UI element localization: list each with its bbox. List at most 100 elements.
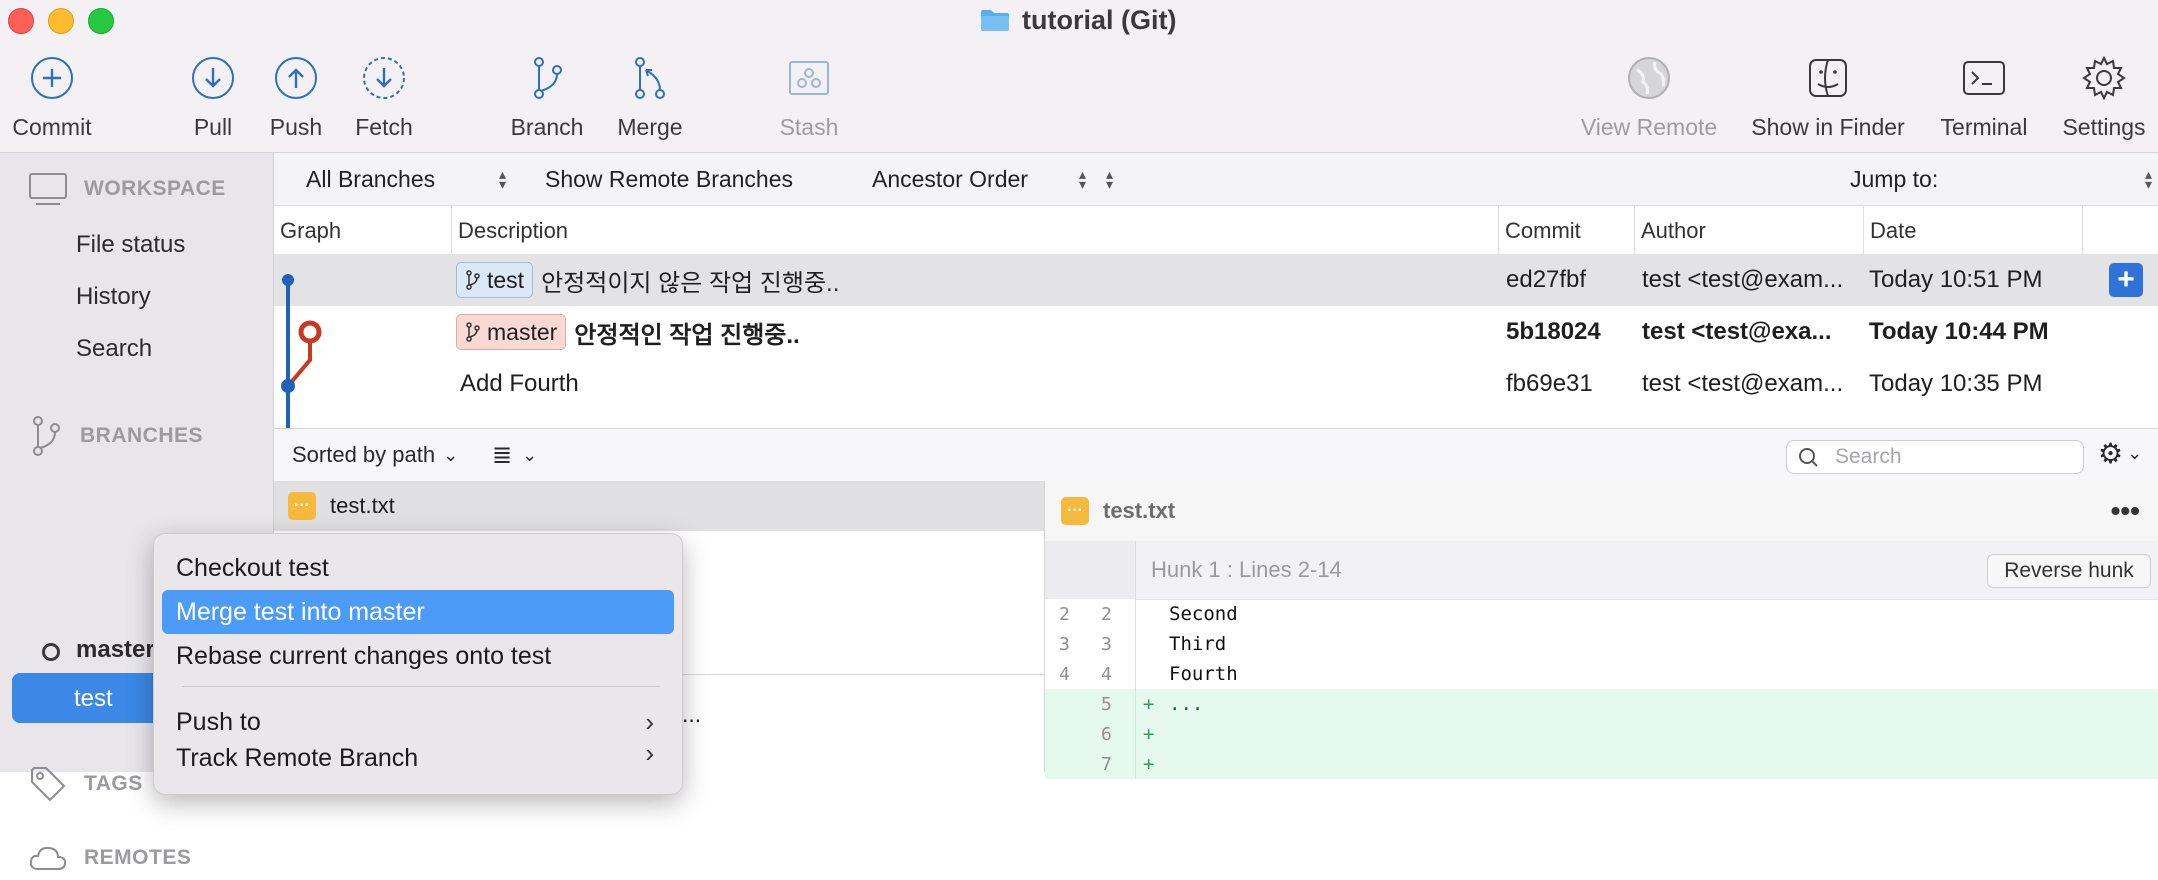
menu-item-merge[interactable]: Merge test into master — [162, 590, 674, 634]
file-row[interactable]: ··· test.txt — [274, 481, 1044, 531]
gutter-divider — [1135, 629, 1136, 659]
add-icon[interactable]: + — [2109, 263, 2143, 297]
more-options-icon[interactable]: ••• — [2111, 495, 2140, 527]
filter-bar: All Branches ▴ ▾ Show Remote Branches ▴ ▾ … — [274, 153, 2158, 206]
order-label: Ancestor Order — [872, 165, 1028, 192]
commit-button[interactable]: Commit — [0, 52, 122, 141]
new-line-number: 6 — [1101, 723, 1112, 745]
chevron-down-icon: ⌄ — [443, 444, 459, 465]
zoom-window-button[interactable] — [88, 8, 114, 34]
sidebar-item-search[interactable]: Search — [76, 335, 152, 363]
jump-to-select[interactable]: Jump to: ▴ ▾ — [1850, 153, 2152, 205]
modified-file-icon: ··· — [288, 492, 316, 520]
gear-icon: ⚙ — [2098, 438, 2124, 469]
updown-chevron-icon: ▴ ▾ — [1078, 166, 1086, 192]
stash-icon — [789, 61, 829, 95]
col-author[interactable]: Author — [1634, 206, 1861, 256]
menu-item-checkout[interactable]: Checkout test — [162, 546, 674, 590]
diff-line-added: 5 + ... — [1045, 689, 2158, 719]
list-icon: ≣ — [492, 441, 513, 469]
table-row[interactable]: Add Fourth fb69e31 test <test@exam... To… — [274, 358, 2158, 410]
remotes-section[interactable]: REMOTES — [28, 836, 191, 880]
settings-button[interactable]: Settings — [2034, 52, 2158, 141]
table-row[interactable]: master 안정적인 작업 진행중.. 5b18024 test <test@… — [274, 306, 2158, 358]
reverse-hunk-button[interactable]: Reverse hunk — [1987, 554, 2151, 588]
commit-table-header: Graph Description Commit Author Date — [274, 206, 2158, 257]
settings-label: Settings — [2062, 114, 2146, 140]
branch-icon — [466, 322, 480, 342]
sidebar-item-history[interactable]: History — [76, 283, 151, 311]
show-in-finder-label: Show in Finder — [1751, 114, 1905, 140]
show-in-finder-button[interactable]: Show in Finder — [1751, 52, 1905, 141]
search-field[interactable]: Search — [1786, 440, 2084, 474]
modified-file-icon: ··· — [1061, 497, 1089, 525]
diff-file-header: ··· test.txt ••• — [1045, 481, 2158, 542]
commit-author: test <test@exam... — [1642, 266, 1844, 293]
minimize-window-button[interactable] — [48, 8, 74, 34]
commit-description: test 안정적이지 않은 작업 진행중.. — [456, 254, 1486, 306]
fetch-label: Fetch — [355, 114, 413, 140]
commit-hash: fb69e31 — [1506, 370, 1593, 397]
view-remote-label: View Remote — [1580, 114, 1718, 140]
chevron-right-icon: › — [645, 742, 654, 768]
added-sign: + — [1143, 723, 1155, 745]
sidebar-branch-master[interactable]: master — [76, 636, 155, 664]
new-line-number: 4 — [1101, 663, 1112, 685]
file-name: test.txt — [330, 493, 395, 518]
search-input[interactable]: Search — [1835, 445, 1902, 469]
sort-label: Sorted by path — [292, 442, 436, 467]
menu-item-rebase[interactable]: Rebase current changes onto test — [162, 634, 674, 678]
toolbar: tutorial (Git) Commit Pull Push Fetch Br… — [0, 0, 2158, 153]
commit-description: master 안정적인 작업 진행중.. — [456, 306, 1486, 358]
gear-icon — [2082, 55, 2126, 101]
terminal-button[interactable]: Terminal — [1914, 52, 2054, 141]
commit-label: Commit — [12, 114, 92, 140]
menu-item-track-remote[interactable]: Track Remote Branch › — [162, 742, 674, 772]
branch-tag: test — [456, 262, 534, 298]
menu-item-push-to[interactable]: Push to › — [162, 700, 674, 744]
sidebar-branch-test[interactable]: test — [74, 685, 113, 713]
commit-message: Add Fourth — [460, 370, 579, 397]
tags-section[interactable]: TAGS — [28, 761, 143, 807]
finder-icon — [1809, 59, 1847, 97]
col-graph[interactable]: Graph — [274, 206, 455, 256]
col-commit[interactable]: Commit — [1498, 206, 1632, 256]
workspace-section[interactable]: WORKSPACE — [28, 167, 226, 211]
commit-date: Today 10:35 PM — [1869, 370, 2043, 397]
stash-button[interactable]: Stash — [739, 52, 879, 141]
sidebar-item-file-status[interactable]: File status — [76, 231, 185, 259]
view-mode-menu[interactable]: ≣ ⌄ — [492, 429, 537, 481]
diff-line: 2 2 Second — [1045, 599, 2158, 629]
col-date[interactable]: Date — [1863, 206, 2080, 256]
gear-menu[interactable]: ⚙ ⌄ — [2098, 437, 2142, 470]
terminal-label: Terminal — [1940, 114, 2028, 140]
view-remote-button[interactable]: View Remote — [1579, 52, 1719, 141]
new-line-number: 3 — [1101, 633, 1112, 655]
lower-toolbar: Sorted by path ⌄ ≣ ⌄ Search ⚙ ⌄ — [274, 428, 2158, 482]
gutter-divider — [1135, 599, 1136, 629]
updown-chevron-icon: ▴ ▾ — [498, 166, 506, 192]
fetch-button[interactable]: Fetch — [314, 52, 454, 141]
branches-section[interactable]: BRANCHES — [28, 411, 203, 461]
close-window-button[interactable] — [8, 8, 34, 34]
order-select[interactable]: Ancestor Order ▴ ▾ — [872, 153, 1086, 205]
all-branches-select[interactable]: All Branches ▴ ▾ — [306, 153, 506, 205]
commit-icon — [31, 57, 73, 99]
commit-node — [281, 379, 295, 393]
gutter-divider — [1135, 749, 1136, 779]
menu-item-track-remote-label: Track Remote Branch — [176, 744, 419, 772]
branches-header: BRANCHES — [80, 424, 204, 447]
col-description[interactable]: Description — [451, 206, 1498, 256]
table-row[interactable]: test 안정적이지 않은 작업 진행중.. ed27fbf test <tes… — [274, 254, 2158, 306]
new-line-number: 5 — [1101, 693, 1112, 715]
diff-line-added: 7 + — [1045, 749, 2158, 779]
new-line-number: 2 — [1101, 603, 1112, 625]
col-extra — [2082, 206, 2158, 256]
sort-menu[interactable]: Sorted by path ⌄ — [292, 429, 458, 481]
current-branch-indicator — [42, 643, 60, 661]
menu-separator — [182, 686, 660, 687]
monitor-icon — [29, 173, 67, 205]
merge-button[interactable]: Merge — [580, 52, 720, 141]
menu-item-push-to-label: Push to — [176, 707, 261, 736]
branch-icon — [466, 270, 480, 290]
